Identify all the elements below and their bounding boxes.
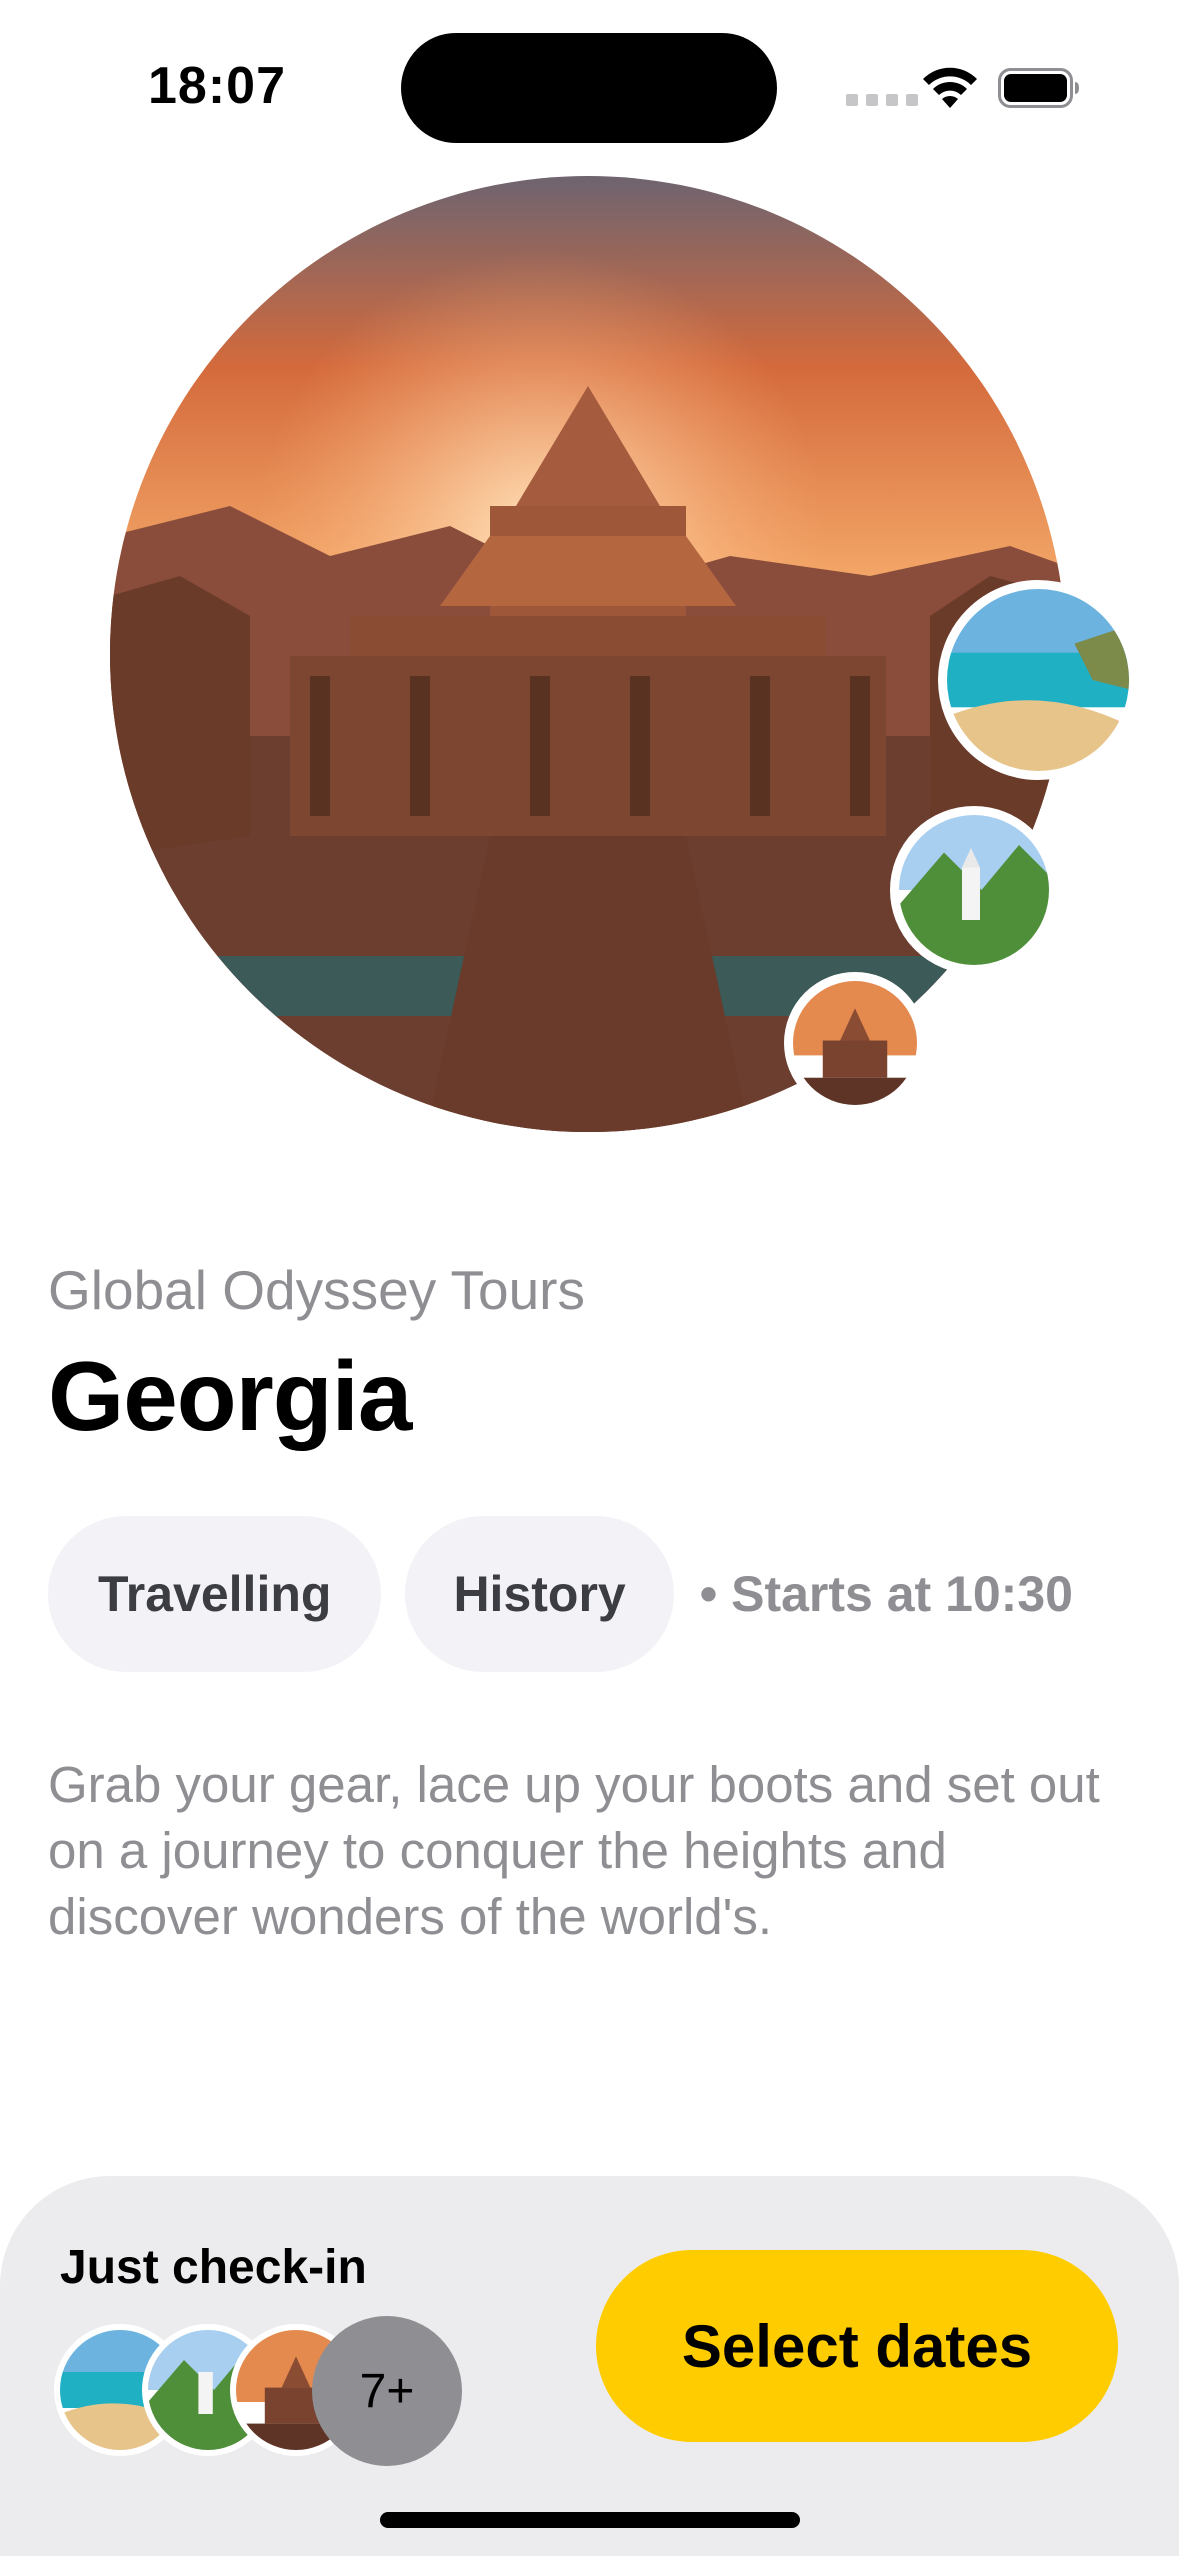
tag-travelling[interactable]: Travelling bbox=[48, 1516, 382, 1672]
more-checkins-badge: 7+ bbox=[312, 2316, 462, 2466]
select-dates-button[interactable]: Select dates bbox=[596, 2250, 1118, 2442]
start-time: • Starts at 10:30 bbox=[699, 1566, 1073, 1622]
wifi-icon bbox=[923, 67, 977, 108]
beach-thumbnail[interactable] bbox=[938, 580, 1138, 780]
tags-row: Travelling History • Starts at 10:30 bbox=[48, 1516, 1073, 1672]
checkin-label: Just check-in bbox=[60, 2241, 367, 2294]
dynamic-island bbox=[401, 33, 777, 143]
cellular-signal-icon bbox=[846, 94, 918, 106]
destination-title: Georgia bbox=[48, 1341, 412, 1451]
checkin-avatars[interactable]: 7+ bbox=[54, 2316, 474, 2466]
mountain-church-thumbnail[interactable] bbox=[890, 806, 1058, 974]
organizer-name: Global Odyssey Tours bbox=[48, 1259, 586, 1321]
tag-history[interactable]: History bbox=[405, 1516, 674, 1672]
home-indicator[interactable] bbox=[380, 2512, 800, 2528]
temple-thumbnail[interactable] bbox=[784, 972, 926, 1114]
status-time: 18:07 bbox=[148, 57, 286, 115]
hero-temple-image bbox=[110, 176, 1066, 1132]
battery-icon bbox=[998, 68, 1079, 108]
tour-description: Grab your gear, lace up your boots and s… bbox=[48, 1756, 1100, 1945]
